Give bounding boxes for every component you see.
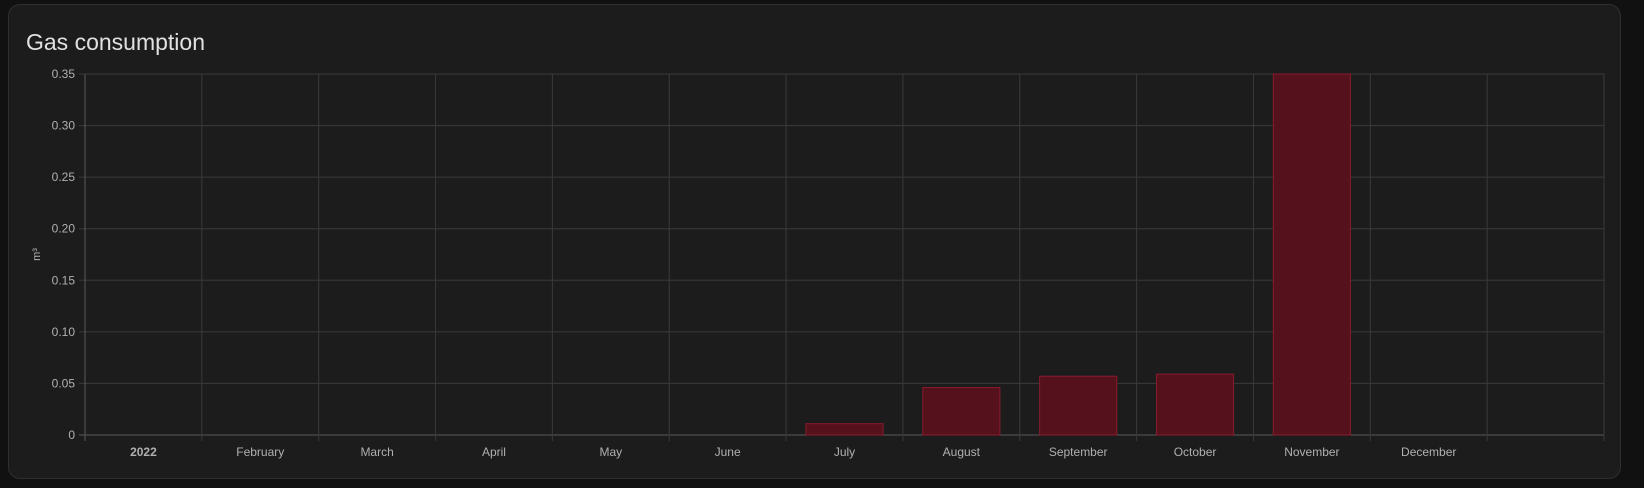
- x-tick-label: November: [1284, 445, 1339, 459]
- x-tick-label: December: [1401, 445, 1456, 459]
- x-tick-label: June: [715, 445, 741, 459]
- x-tick-label: May: [599, 445, 622, 459]
- x-tick-label: February: [236, 445, 284, 459]
- y-tick-label: 0.20: [52, 222, 76, 236]
- bar-november: [1272, 73, 1351, 436]
- x-tick-label: April: [482, 445, 506, 459]
- x-tick-label: August: [943, 445, 981, 459]
- bar-july: [805, 423, 884, 436]
- x-tick-label: October: [1174, 445, 1217, 459]
- bar-august: [922, 387, 1001, 436]
- y-tick-label: 0.25: [52, 170, 76, 184]
- bar-september: [1039, 375, 1118, 436]
- y-tick-label: 0.05: [52, 376, 76, 390]
- x-tick-label: July: [834, 445, 855, 459]
- y-tick-label: 0: [68, 428, 75, 442]
- bar-october: [1155, 373, 1235, 436]
- y-tick-label: 0.35: [52, 67, 76, 81]
- y-tick-label: 0.10: [52, 325, 76, 339]
- y-tick-label: 0.30: [52, 119, 76, 133]
- x-tick-label: March: [360, 445, 393, 459]
- y-tick-label: 0.15: [52, 273, 76, 287]
- x-tick-label: September: [1049, 445, 1108, 459]
- x-tick-label: 2022: [130, 445, 157, 459]
- gas-consumption-chart: 0 0.05 0.10 0.15 0.20 0.25 0.30 0.35 2022 Februar…: [31, 67, 1605, 459]
- y-axis-title: m³: [31, 248, 43, 261]
